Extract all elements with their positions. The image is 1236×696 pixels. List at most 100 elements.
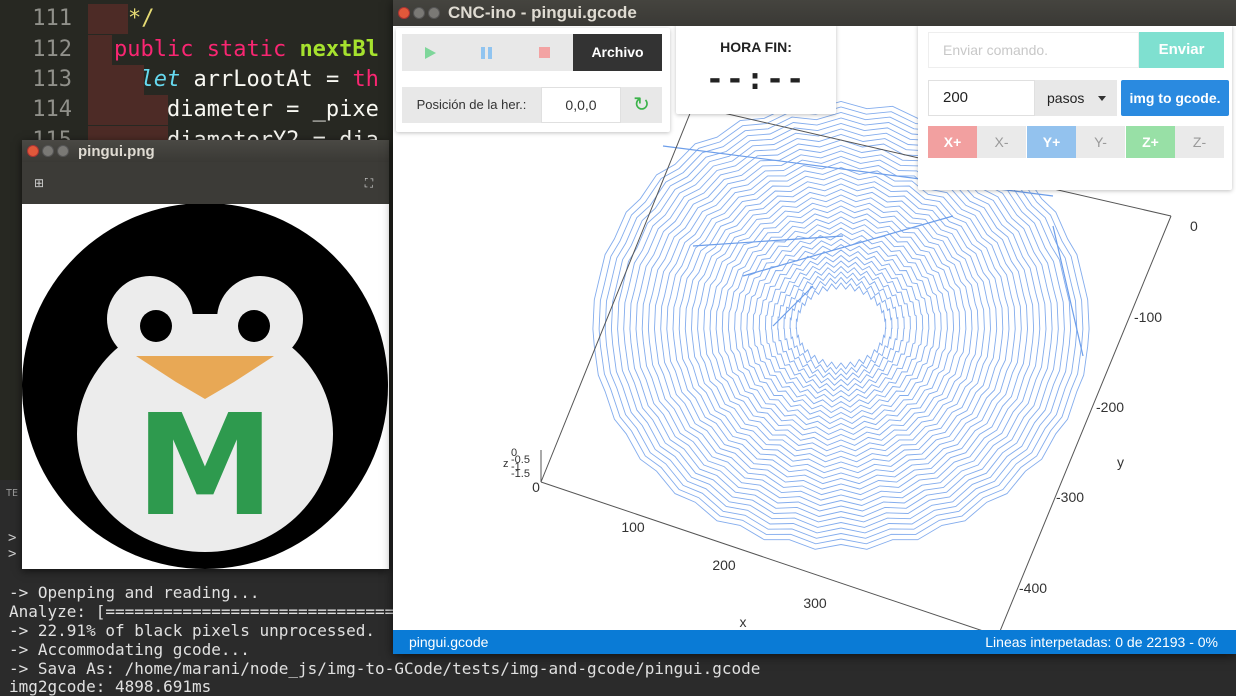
cnc-titlebar[interactable]: CNC-ino - pingui.gcode — [393, 0, 1236, 26]
jog-y-minus-button[interactable]: Y- — [1076, 126, 1125, 158]
terminal-line: -> Openping and reading... — [9, 583, 260, 602]
toolpath-line — [746, 238, 936, 414]
end-time-panel: HORA FIN: --:-- — [676, 26, 836, 114]
terminal-header: TE — [6, 488, 19, 499]
jog-x-minus-button[interactable]: X- — [977, 126, 1026, 158]
terminal-line: -> 22.91% of black pixels unprocessed. — [9, 621, 376, 640]
control-panel: Archivo Posición de la her.: 0,0,0 ↻ — [396, 28, 670, 132]
toolpath-line — [727, 221, 955, 430]
toolpath-line — [734, 227, 948, 425]
end-time-value: --:-- — [705, 62, 807, 97]
stop-icon — [539, 47, 550, 58]
x-tick-label: 300 — [803, 595, 827, 611]
code-token: diameter = _pixe — [114, 97, 379, 122]
toolpath-line — [629, 134, 1053, 517]
code-token: public static — [114, 37, 300, 62]
y-tick-label: 0 — [1190, 218, 1198, 234]
pause-icon — [481, 47, 493, 59]
close-icon[interactable] — [398, 7, 410, 19]
image-canvas: M — [22, 203, 389, 569]
jog-x-plus-button[interactable]: X+ — [928, 126, 977, 158]
jog-y-plus-button[interactable]: Y+ — [1027, 126, 1076, 158]
image-viewer-window: pingui.png ⊞ ⛶ M — [22, 140, 389, 569]
toolpath-line — [691, 189, 991, 463]
tool-position-input[interactable]: 0,0,0 — [541, 87, 621, 123]
units-selected-value: pasos — [1047, 90, 1085, 106]
tool-position-label: Posición de la her.: — [402, 87, 541, 123]
y-tick-label: -400 — [1019, 580, 1047, 596]
play-icon — [425, 47, 436, 59]
window-title: pingui.png — [78, 143, 155, 160]
chevron-down-icon — [1098, 96, 1106, 101]
toolpath-line — [672, 172, 1010, 479]
code-token: arrLootAt = — [180, 67, 353, 92]
status-progress: Lineas interpetadas: 0 de 22193 - 0% — [985, 634, 1218, 650]
line-number: 111 — [32, 6, 72, 31]
toolpath-line — [666, 167, 1016, 485]
terminal-prompt: > — [8, 546, 17, 562]
toolpath-line — [647, 150, 1035, 501]
fullscreen-icon[interactable]: ⛶ — [360, 174, 378, 192]
cnc-body: 0 100 200 300 x 0 -100 -200 -300 -400 y … — [393, 26, 1236, 630]
toolpath-line — [703, 200, 979, 452]
x-tick-label: 100 — [621, 519, 645, 535]
window-title: CNC-ino - pingui.gcode — [448, 3, 637, 22]
end-time-label: HORA FIN: — [720, 39, 792, 55]
steps-input[interactable]: 200 — [928, 80, 1035, 116]
file-button[interactable]: Archivo — [573, 34, 662, 71]
x-tick-label: 0 — [532, 479, 540, 495]
left-eye — [140, 310, 172, 342]
code-token: nextBl — [299, 37, 379, 62]
minimize-icon[interactable] — [413, 7, 425, 19]
terminal-line: img2gcode: 4898.691ms — [9, 677, 212, 696]
y-axis-label: y — [1117, 454, 1124, 470]
terminal-prompt: > — [8, 530, 17, 546]
y-tick-label: -100 — [1134, 309, 1162, 325]
z-tick-label: -1.5 — [511, 468, 530, 480]
x-tick-label: 200 — [712, 557, 736, 573]
toolpath-line — [752, 243, 930, 408]
minimize-icon[interactable] — [42, 145, 54, 157]
image-viewer-titlebar[interactable]: pingui.png — [22, 140, 389, 162]
z-axis-label: z — [503, 458, 509, 470]
code-token: th — [352, 67, 379, 92]
toolpath-line — [795, 282, 887, 370]
jog-z-minus-button[interactable]: Z- — [1175, 126, 1224, 158]
line-number: 114 — [32, 97, 72, 122]
terminal-line: -> Accommodating gcode... — [9, 640, 250, 659]
line-number: 113 — [32, 67, 72, 92]
indent-guide — [88, 35, 112, 65]
toolpath-line — [789, 276, 893, 375]
refresh-icon: ↻ — [633, 94, 650, 116]
maximize-icon[interactable] — [57, 145, 69, 157]
jog-z-plus-button[interactable]: Z+ — [1126, 126, 1175, 158]
image-viewer-toolbar: ⊞ ⛶ — [22, 162, 389, 204]
terminal-line: Analyze: [==============================… — [9, 602, 433, 621]
pause-button[interactable] — [459, 34, 516, 71]
y-tick-label: -300 — [1056, 489, 1084, 505]
stop-button[interactable] — [516, 34, 573, 71]
cnc-ino-window: CNC-ino - pingui.gcode 0 100 200 300 x 0… — [393, 0, 1236, 654]
toolpath-line — [771, 260, 911, 392]
status-file-name: pingui.gcode — [409, 634, 489, 650]
travel-move-line — [772, 285, 814, 327]
refresh-position-button[interactable]: ↻ — [621, 87, 662, 123]
send-button[interactable]: Enviar — [1139, 32, 1224, 68]
units-select[interactable]: pasos — [1035, 80, 1117, 116]
maximize-icon[interactable] — [428, 7, 440, 19]
close-icon[interactable] — [27, 145, 39, 157]
line-number: 112 — [32, 37, 72, 62]
zoom-in-icon[interactable]: ⊞ — [30, 174, 48, 192]
logo-letter: M — [135, 385, 274, 548]
code-token: let — [140, 67, 181, 92]
command-input[interactable]: Enviar comando. — [928, 32, 1139, 68]
status-bar: pingui.gcode Lineas interpetadas: 0 de 2… — [393, 630, 1236, 654]
command-panel: Enviar comando. Enviar 200 pasos img to … — [918, 26, 1232, 190]
toolpath-line — [764, 254, 918, 397]
img-to-gcode-button[interactable]: img to gcode. — [1121, 80, 1229, 116]
toolpath-line — [641, 145, 1041, 506]
y-tick-label: -200 — [1096, 399, 1124, 415]
penguin-logo-image: M — [22, 203, 388, 569]
play-button[interactable] — [402, 34, 459, 71]
